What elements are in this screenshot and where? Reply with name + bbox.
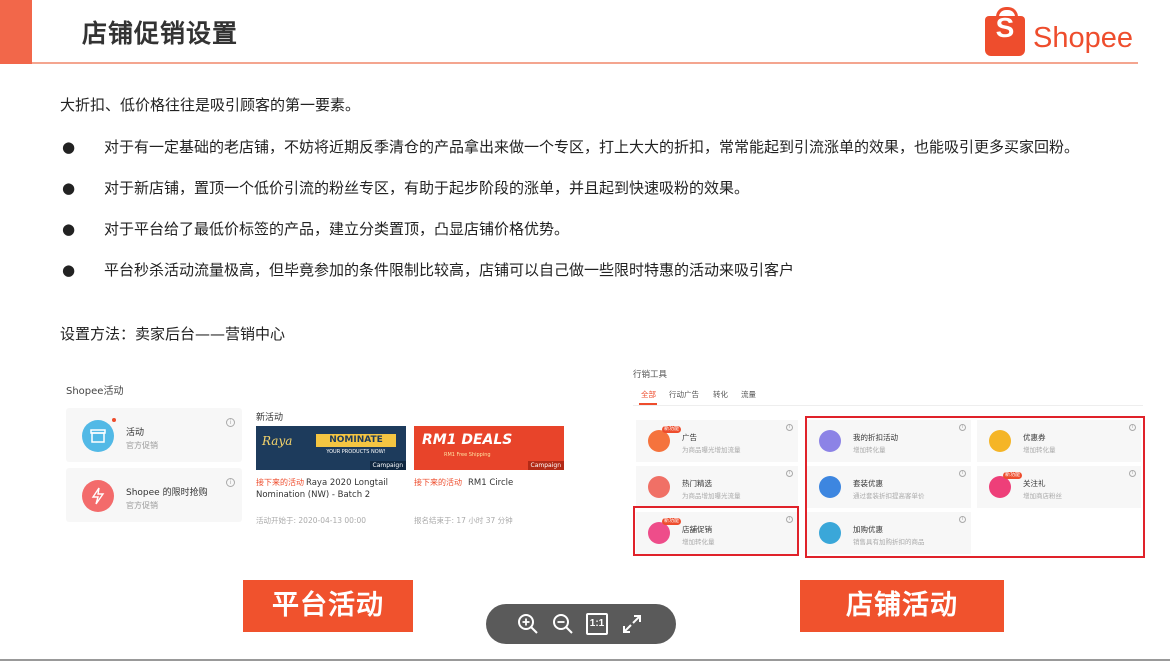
- bullet-text: 对于有一定基础的老店铺，不妨将近期反季清仓的产品拿出来做一个专区，打上大大的折扣…: [104, 138, 1080, 156]
- banner-subline: RM1 Free Shipping: [444, 452, 491, 458]
- info-icon[interactable]: i: [226, 478, 235, 487]
- bullet-dot-icon: ●: [62, 138, 76, 156]
- banner-headline: NOMINATE: [316, 434, 396, 447]
- bullet-text: 对于平台给了最低价标签的产品，建立分类置顶，凸显店铺价格优势。: [104, 220, 570, 238]
- tab-conversion[interactable]: 转化: [713, 389, 728, 400]
- fullscreen-icon[interactable]: [620, 612, 644, 636]
- tool-ads[interactable]: 新功能 广告 为商品曝光增加流量 i: [636, 420, 798, 462]
- campaign-name[interactable]: RM1 Circle: [468, 477, 513, 489]
- ads-icon: [648, 430, 670, 452]
- logo-wordmark: Shopee: [1033, 22, 1133, 54]
- shopee-logo: S Shopee: [985, 7, 1145, 60]
- header-accent-bar: [0, 0, 32, 64]
- banner-brand: Raya: [262, 434, 293, 448]
- bullet-dot-icon: ●: [62, 220, 76, 238]
- flash-sale-card[interactable]: Shopee 的限时抢购 官方促销 i: [66, 468, 242, 522]
- marketing-tools-panel: 行销工具 全部 行动广告 转化 流量 新功能 广告 为商品曝光增加流量 i 热门…: [633, 362, 1153, 558]
- logo-letter: S: [995, 12, 1015, 43]
- info-icon[interactable]: i: [226, 418, 235, 427]
- banner-headline: RM1 DEALS: [422, 432, 513, 448]
- new-badge: 新功能: [662, 426, 682, 433]
- shop-promotion-highlight: [633, 506, 799, 556]
- bullet-item: ● 对于有一定基础的老店铺，不妨将近期反季清仓的产品拿出来做一个专区，打上大大的…: [60, 137, 1120, 158]
- banner-subline: YOUR PRODUCTS NOW!: [326, 449, 386, 455]
- bullet-text: 对于新店铺，置顶一个低价引流的粉丝专区，有助于起步阶段的涨单，并且起到快速吸粉的…: [104, 179, 750, 197]
- card-name: 活动: [126, 428, 145, 438]
- campaign-time: 报名结束于: 17 小时 37 分钟: [414, 516, 513, 525]
- campaign-name[interactable]: Raya 2020 Longtail Nomination (NW) - Bat…: [256, 477, 406, 501]
- store-activities-label: 店铺活动: [800, 580, 1004, 632]
- tool-name: 热门精选: [682, 479, 712, 488]
- tool-name: 广告: [682, 433, 697, 442]
- raya-campaign-banner[interactable]: Raya NOMINATE YOUR PRODUCTS NOW! Campaig…: [256, 426, 406, 470]
- tab-divider: [633, 405, 1143, 406]
- bullet-list: ● 对于有一定基础的老店铺，不妨将近期反季清仓的产品拿出来做一个专区，打上大大的…: [60, 137, 1120, 301]
- info-icon[interactable]: i: [786, 424, 793, 431]
- platform-activities-label: 平台活动: [243, 580, 413, 632]
- slide: 店铺促销设置 S Shopee 大折扣、低价格往往是吸引顾客的第一要素。 ● 对…: [0, 0, 1170, 661]
- setup-method-text: 设置方法：卖家后台——营销中心: [60, 325, 286, 343]
- top-picks-icon: [648, 476, 670, 498]
- lightning-icon: [82, 480, 114, 512]
- notification-dot: [112, 418, 116, 422]
- bullet-item: ● 对于新店铺，置顶一个低价引流的粉丝专区，有助于起步阶段的涨单，并且起到快速吸…: [60, 178, 1120, 199]
- gift-icon: [82, 420, 114, 452]
- tab-mobile-ads[interactable]: 行动广告: [669, 389, 699, 400]
- tool-top-picks[interactable]: 热门精选 为商品增加曝光流量 i: [636, 466, 798, 508]
- zoom-out-icon[interactable]: [551, 612, 575, 636]
- intro-text: 大折扣、低价格往往是吸引顾客的第一要素。: [60, 96, 361, 114]
- campaign-tag: Campaign: [369, 461, 406, 470]
- upcoming-tag: 接下来的活动: [414, 478, 462, 487]
- tool-subtitle: 为商品曝光增加流量: [682, 446, 741, 454]
- tool-subtitle: 为商品增加曝光流量: [682, 492, 741, 500]
- info-icon[interactable]: i: [786, 470, 793, 477]
- bullet-dot-icon: ●: [62, 179, 76, 197]
- new-campaigns-title: 新活动: [256, 413, 284, 423]
- card-name: Shopee 的限时抢购: [126, 488, 208, 498]
- campaign-time: 活动开始于: 2020-04-13 00:00: [256, 516, 366, 525]
- panel-title: 行销工具: [633, 370, 668, 380]
- tab-traffic[interactable]: 流量: [741, 389, 756, 400]
- activity-card[interactable]: 活动 官方促销 i: [66, 408, 242, 462]
- bullet-text: 平台秒杀活动流量极高，但毕竟参加的条件限制比较高，店铺可以自己做一些限时特惠的活…: [104, 261, 795, 279]
- card-subtitle: 官方促销: [126, 441, 158, 450]
- bullet-item: ● 对于平台给了最低价标签的产品，建立分类置顶，凸显店铺价格优势。: [60, 219, 1120, 240]
- card-subtitle: 官方促销: [126, 501, 158, 510]
- bullet-item: ● 平台秒杀活动流量极高，但毕竟参加的条件限制比较高，店铺可以自己做一些限时特惠…: [60, 260, 1120, 281]
- page-title: 店铺促销设置: [82, 19, 239, 48]
- shopee-activities-panel: Shopee活动 活动 官方促销 i Shopee 的限时抢购 官方促销 i 新…: [60, 370, 570, 540]
- panel-title: Shopee活动: [66, 386, 124, 397]
- tab-all[interactable]: 全部: [641, 389, 656, 400]
- actual-size-button[interactable]: 1:1: [586, 613, 608, 635]
- bullet-dot-icon: ●: [62, 261, 76, 279]
- rm1-deals-banner[interactable]: RM1 DEALS RM1 Free Shipping Campaign: [414, 426, 564, 470]
- image-zoom-toolbar: 1:1: [486, 604, 676, 644]
- campaign-tag: Campaign: [527, 461, 564, 470]
- header-divider: [32, 62, 1138, 64]
- zoom-in-icon[interactable]: [516, 612, 540, 636]
- store-tools-highlight: [805, 416, 1145, 558]
